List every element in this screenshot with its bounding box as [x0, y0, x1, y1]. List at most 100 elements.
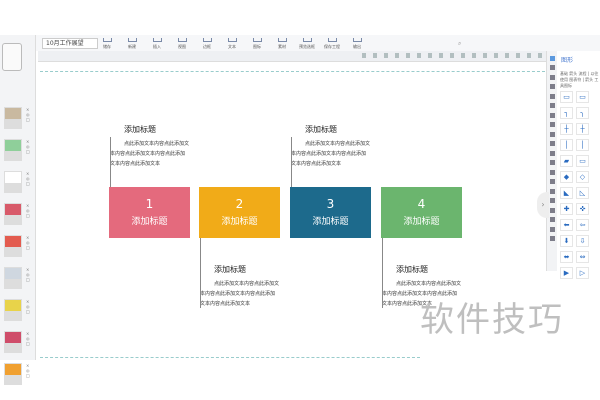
step-box[interactable]: 2 添加标题 [199, 187, 280, 238]
shape-item[interactable]: ⇩ [576, 235, 589, 247]
panel-icon[interactable] [549, 103, 555, 108]
page-thumbnail[interactable] [4, 139, 22, 161]
panel-icon[interactable] [549, 226, 555, 232]
shape-item[interactable]: ┼ [560, 123, 573, 135]
toolbar-button[interactable]: 图标 [250, 38, 264, 50]
thumbnail-controls-icon[interactable]: × ◎ □ [26, 331, 31, 346]
shape-item[interactable]: ✜ [576, 203, 589, 215]
panel-icon[interactable] [549, 131, 555, 137]
step-note[interactable]: 添加标题 点此添加文本内容点此添加文 本内容点此添加文本内容点此添加 文本内容点此添加… [110, 124, 194, 169]
canvas-tool-icon[interactable] [395, 53, 399, 58]
thumbnail-controls-icon[interactable]: × ◎ □ [26, 139, 31, 154]
page-thumbnail[interactable] [4, 267, 22, 289]
panel-tabs[interactable]: 基础 箭头 流程 | 以往使用 图表符 | 箭头 工具图标 [560, 71, 600, 89]
thumbnail-controls-icon[interactable]: × ◎ □ [26, 235, 31, 250]
canvas-tool-icon[interactable] [538, 53, 542, 58]
canvas-tool-icon[interactable] [494, 53, 498, 58]
step-note[interactable]: 添加标题 点此添加文本内容点此添加文 本内容点此添加文本内容点此添加 文本内容点此添加… [200, 264, 284, 309]
shape-item[interactable]: ⬌ [560, 251, 573, 263]
shape-item[interactable]: ✚ [560, 203, 573, 215]
step-box[interactable]: 3 添加标题 [290, 187, 371, 238]
document-title-input[interactable]: 10月工作展望 [42, 38, 98, 49]
shape-item[interactable]: ⇦ [576, 219, 589, 231]
panel-icon[interactable] [549, 84, 555, 89]
thumbnail-controls-icon[interactable]: × ◎ □ [26, 203, 31, 218]
expand-panel-button[interactable]: › [537, 192, 549, 218]
toolbar-button[interactable]: 储存 [100, 38, 114, 50]
toolbar-button[interactable]: 新建 [125, 38, 139, 50]
canvas-tool-icon[interactable] [472, 53, 476, 58]
panel-icon[interactable] [549, 150, 555, 156]
shape-item[interactable]: ▰ [560, 155, 573, 167]
shape-item[interactable]: ⬅ [560, 219, 573, 231]
step-box[interactable]: 4 添加标题 [381, 187, 462, 238]
page-thumbnail[interactable] [4, 171, 22, 193]
canvas-tool-icon[interactable] [384, 53, 388, 58]
thumbnail-controls-icon[interactable]: × ◎ □ [26, 267, 31, 282]
toolbar-button[interactable]: 插入 [150, 38, 164, 50]
panel-icon[interactable] [549, 141, 555, 146]
shape-item[interactable]: ╮ [576, 107, 589, 119]
shape-item[interactable]: ⇔ [576, 251, 589, 263]
toolbar-button[interactable]: 边框 [200, 38, 214, 50]
thumbnail-controls-icon[interactable]: × ◎ □ [26, 107, 31, 122]
panel-icon[interactable] [549, 160, 555, 165]
shape-item[interactable]: ◇ [576, 171, 589, 183]
panel-icon[interactable] [549, 236, 555, 241]
thumbnail-controls-icon[interactable]: × ◎ □ [26, 171, 31, 186]
toolbar-button[interactable]: 输出 [350, 38, 364, 50]
shape-item[interactable]: ◣ [560, 187, 573, 199]
canvas-tool-icon[interactable] [439, 53, 443, 58]
step-box[interactable]: 1 添加标题 [109, 187, 190, 238]
shape-item[interactable]: ┼ [576, 123, 589, 135]
shape-item[interactable]: ◺ [576, 187, 589, 199]
panel-icon[interactable] [549, 207, 555, 213]
shape-item[interactable]: │ [576, 139, 589, 151]
toolbar-button[interactable]: 视图 [175, 38, 189, 50]
panel-icon[interactable] [549, 217, 555, 222]
shape-item[interactable]: │ [560, 139, 573, 151]
page-thumbnail[interactable] [4, 203, 22, 225]
toolbar-button[interactable]: 预览选框 [299, 38, 315, 50]
panel-icon[interactable] [549, 65, 555, 70]
canvas-tool-icon[interactable] [461, 53, 465, 58]
panel-icon[interactable] [549, 93, 555, 99]
panel-icon[interactable] [549, 122, 555, 127]
canvas-tool-icon[interactable] [417, 53, 421, 58]
shape-item[interactable]: ◆ [560, 171, 573, 183]
shape-item[interactable]: ▶ [560, 267, 573, 279]
canvas-tool-icon[interactable] [505, 53, 509, 58]
panel-icon[interactable] [549, 55, 555, 61]
canvas-tool-icon[interactable] [406, 53, 410, 58]
step-note[interactable]: 添加标题 点此添加文本内容点此添加文 本内容点此添加文本内容点此添加 文本内容点此添加… [291, 124, 375, 169]
panel-icon[interactable] [549, 179, 555, 184]
canvas-tool-icon[interactable] [373, 53, 377, 58]
panel-icon[interactable] [549, 112, 555, 118]
page-preview[interactable] [2, 43, 22, 71]
thumbnail-controls-icon[interactable]: × ◎ □ [26, 299, 31, 314]
canvas-tool-icon[interactable] [362, 53, 366, 58]
panel-icon[interactable] [549, 169, 555, 175]
shape-item[interactable]: ▷ [576, 267, 589, 279]
page-thumbnail[interactable] [4, 235, 22, 257]
page-thumbnail[interactable] [4, 299, 22, 321]
shape-item[interactable]: ▭ [576, 155, 589, 167]
canvas-tool-icon[interactable] [483, 53, 487, 58]
canvas-tool-icon[interactable] [527, 53, 531, 58]
page-thumbnail[interactable] [4, 363, 22, 385]
shape-item[interactable]: ▭ [560, 91, 573, 103]
panel-icon[interactable] [549, 198, 555, 203]
toolbar-button[interactable]: 文本 [225, 38, 239, 50]
toolbar-button[interactable]: 保存工程 [324, 38, 340, 50]
panel-icon[interactable] [549, 74, 555, 80]
thumbnail-controls-icon[interactable]: × ◎ □ [26, 363, 31, 378]
panel-icon[interactable] [549, 188, 555, 194]
shape-item[interactable]: ┐ [560, 107, 573, 119]
canvas-tool-icon[interactable] [516, 53, 520, 58]
page-thumbnail[interactable] [4, 107, 22, 129]
search-icon[interactable]: ⌕ [458, 40, 461, 48]
page-thumbnail[interactable] [4, 331, 22, 353]
shape-item[interactable]: ▭ [576, 91, 589, 103]
shape-item[interactable]: ⬇ [560, 235, 573, 247]
canvas-tool-icon[interactable] [428, 53, 432, 58]
